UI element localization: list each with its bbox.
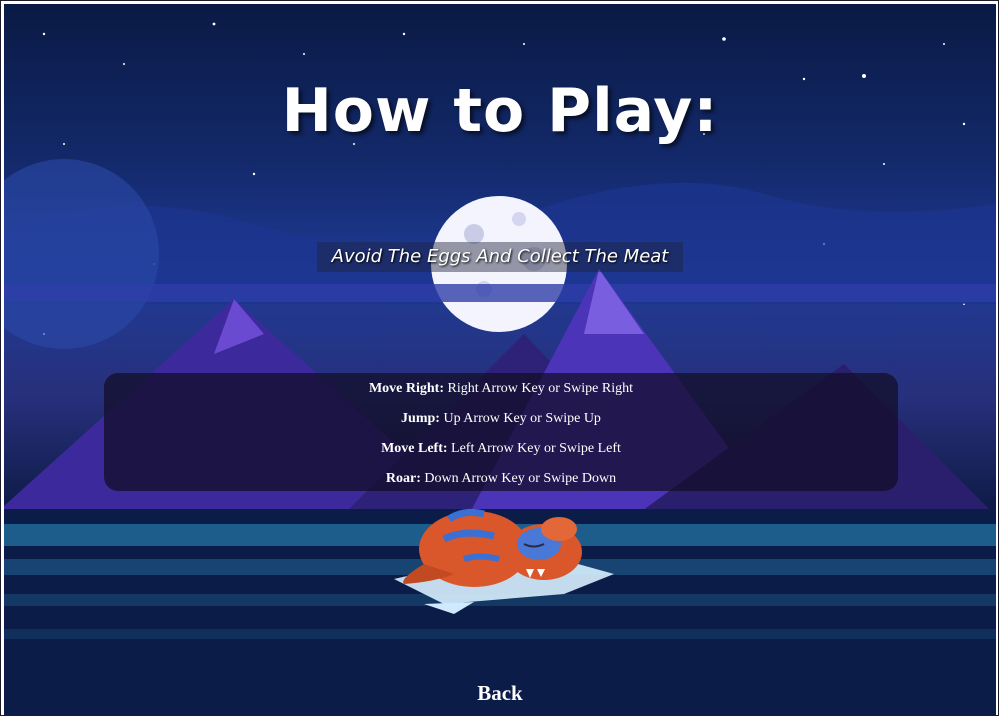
control-description: Right Arrow Key or Swipe Right [444,381,634,396]
back-button[interactable]: Back [450,679,550,707]
control-key-label: Roar: [385,471,421,486]
control-roar: Roar: Down Arrow Key or Swipe Down [104,471,898,487]
control-key-label: Jump: [401,411,440,426]
control-key-label: Move Left: [381,441,448,456]
page-title: How to Play: [281,76,719,146]
control-description: Down Arrow Key or Swipe Down [420,471,617,486]
control-move-right: Move Right: Right Arrow Key or Swipe Rig… [104,381,898,397]
control-description: Left Arrow Key or Swipe Left [447,441,621,456]
objective-subtitle: Avoid The Eggs And Collect The Meat [317,242,683,272]
control-key-label: Move Right: [368,381,445,396]
controls-panel: Move Right: Right Arrow Key or Swipe Rig… [104,373,898,491]
control-move-left: Move Left: Left Arrow Key or Swipe Left [104,441,898,457]
control-jump: Jump: Up Arrow Key or Swipe Up [104,411,898,427]
night-scene-background: How to Play: Avoid The Eggs And Collect … [4,4,996,715]
control-description: Up Arrow Key or Swipe Up [439,411,601,426]
game-frame: How to Play: Avoid The Eggs And Collect … [0,0,999,716]
planet-image [4,159,159,349]
